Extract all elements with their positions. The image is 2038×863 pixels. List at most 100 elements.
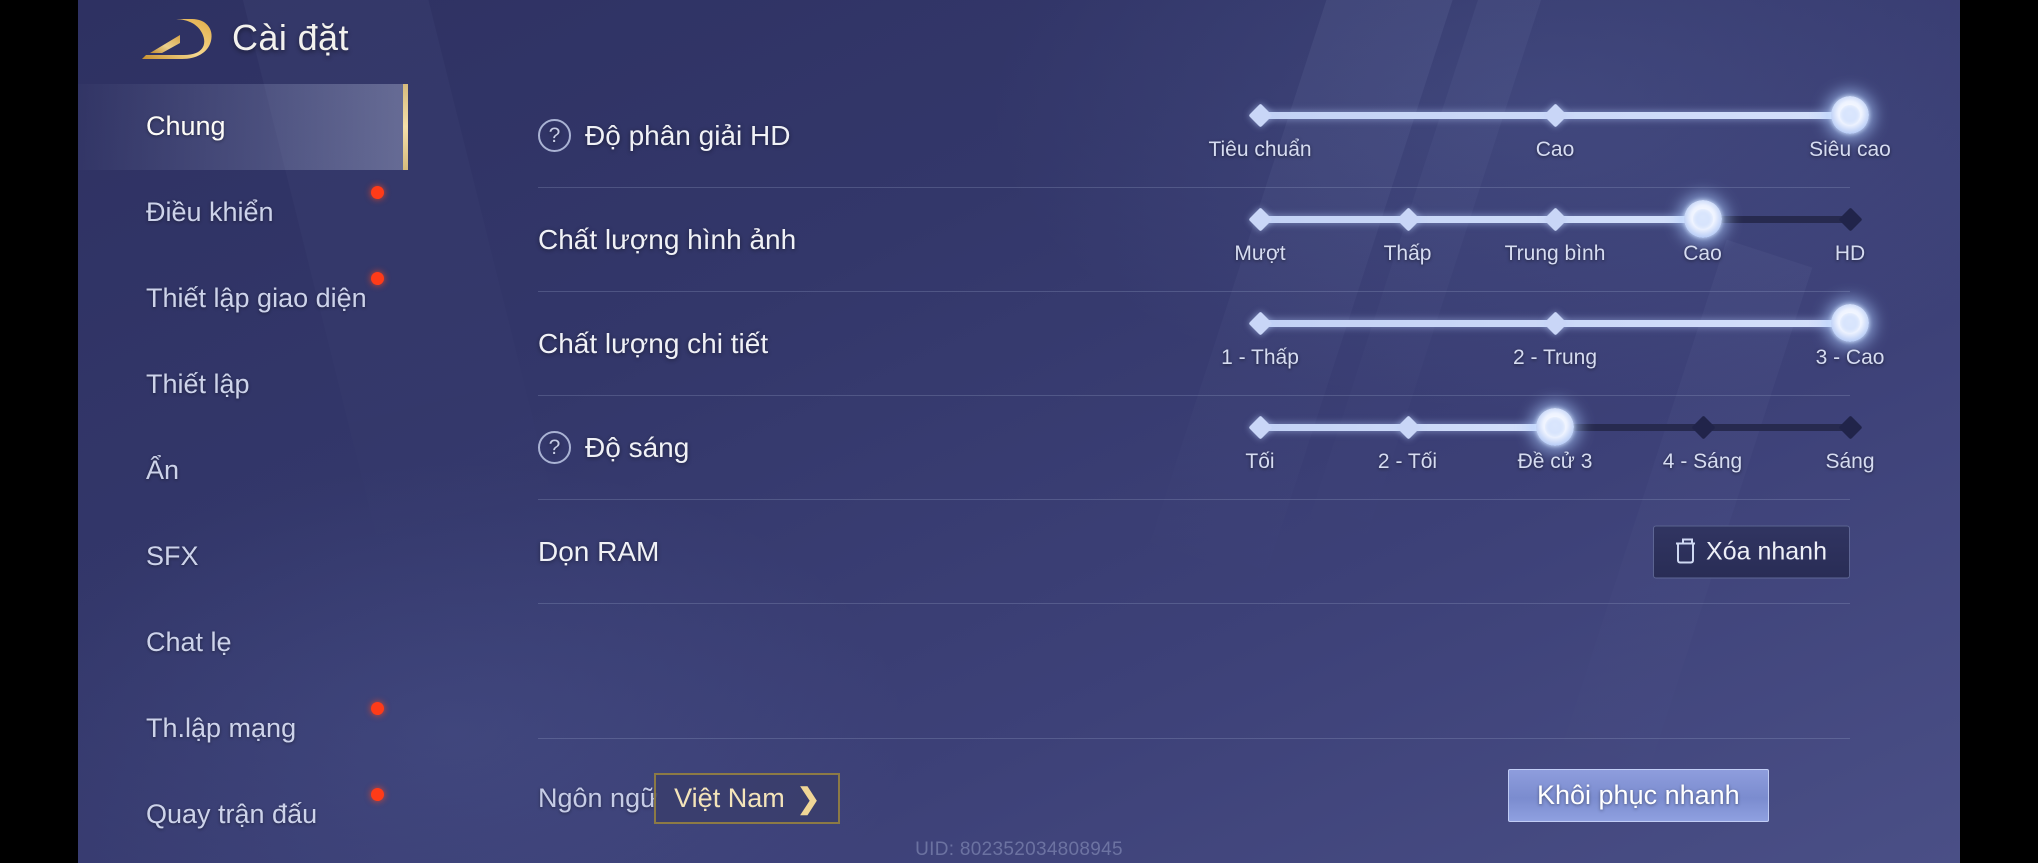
footer: Ngôn ngữ Việt Nam ❯ Khôi phục nhanh — [538, 738, 1850, 863]
setting-slider-1[interactable]: Mượt Thấp Trung bình Cao HD — [1234, 199, 1865, 278]
setting-row-4: Dọn RAM Xóa nhanh — [538, 500, 1850, 604]
setting-row-0: ? Độ phân giải HD Tiêu chuẩn Cao Siêu cao — [538, 84, 1891, 188]
sidebar-item-8[interactable]: Quay trận đấu — [78, 772, 408, 858]
sidebar-item-1[interactable]: Điều khiển — [78, 170, 408, 256]
sidebar-item-7[interactable]: Th.lập mạng — [78, 686, 408, 772]
slider-thumb[interactable] — [1831, 95, 1869, 134]
slider-option-label-2[interactable]: Trung bình — [1505, 242, 1606, 266]
slider-option-label-3[interactable]: 4 - Sáng — [1663, 450, 1742, 474]
sidebar-item-label: Th.lập mạng — [146, 713, 297, 744]
restore-defaults-button[interactable]: Khôi phục nhanh — [1508, 769, 1769, 822]
sidebar-item-3[interactable]: Thiết lập — [78, 342, 408, 428]
slider-option-label-1[interactable]: 2 - Trung — [1513, 346, 1597, 370]
notification-badge — [371, 272, 384, 285]
setting-slider-3[interactable]: Tối 2 - Tối Đề cử 3 4 - Sáng Sáng — [1245, 407, 1875, 486]
uid-text: UID: 802352034808945 — [915, 839, 1123, 860]
slider-scale-labels: Tiêu chuẩn Cao Siêu cao — [1208, 138, 1890, 172]
clear-ram-button[interactable]: Xóa nhanh — [1653, 525, 1850, 578]
sidebar-item-label: Điều khiển — [146, 197, 274, 228]
sidebar-item-2[interactable]: Thiết lập giao diện — [78, 256, 408, 342]
slider-tick-1[interactable] — [1395, 206, 1421, 232]
slider-option-label-1[interactable]: 2 - Tối — [1378, 450, 1437, 474]
page-title: Cài đặt — [232, 17, 349, 58]
question-mark-icon[interactable]: ? — [538, 431, 571, 464]
slider-option-label-1[interactable]: Thấp — [1384, 242, 1432, 266]
slider-tick-2[interactable] — [1543, 206, 1568, 232]
setting-label: Chất lượng hình ảnh — [538, 223, 797, 255]
slider-track[interactable] — [1248, 303, 1869, 342]
setting-slider-0[interactable]: Tiêu chuẩn Cao Siêu cao — [1208, 95, 1891, 174]
setting-label: Độ sáng — [585, 431, 690, 463]
language-value: Việt Nam — [674, 783, 785, 813]
trash-icon — [1676, 538, 1696, 564]
setting-label-group: ? Độ phân giải HD — [538, 119, 790, 152]
sidebar-item-label: Ẩn — [146, 455, 180, 486]
setting-label-group: Chất lượng hình ảnh — [538, 224, 796, 256]
setting-label-group: ? Độ sáng — [538, 431, 689, 464]
notification-badge — [371, 702, 384, 715]
slider-track-fill — [1260, 215, 1703, 223]
slider-tick-0[interactable] — [1248, 102, 1273, 128]
notification-badge — [371, 186, 384, 199]
slider-option-label-0[interactable]: 1 - Thấp — [1221, 346, 1299, 370]
sidebar-item-4[interactable]: Ẩn — [78, 428, 408, 514]
slider-scale-labels: 1 - Thấp 2 - Trung 3 - Cao — [1221, 346, 1884, 380]
clear-ram-button-label: Xóa nhanh — [1706, 537, 1827, 565]
setting-label: Dọn RAM — [538, 535, 660, 567]
language-select-button[interactable]: Việt Nam ❯ — [654, 773, 841, 824]
slider-tick-4[interactable] — [1838, 414, 1863, 440]
slider-option-label-0[interactable]: Mượt — [1234, 242, 1285, 266]
slider-option-label-2[interactable]: 3 - Cao — [1816, 346, 1885, 370]
setting-label: Chất lượng chi tiết — [538, 327, 769, 359]
slider-track[interactable] — [1248, 199, 1863, 238]
sidebar-item-5[interactable]: SFX — [78, 514, 408, 600]
sidebar-item-0[interactable]: Chung — [78, 84, 408, 170]
slider-tick-0[interactable] — [1248, 310, 1273, 336]
slider-tick-3[interactable] — [1690, 414, 1716, 440]
chevron-right-icon: ❯ — [796, 782, 821, 814]
slider-option-label-1[interactable]: Cao — [1536, 138, 1575, 162]
setting-row-1: Chất lượng hình ảnh Mượt Thấp Trung bình Cao… — [538, 188, 1865, 292]
slider-scale-labels: Mượt Thấp Trung bình Cao HD — [1234, 242, 1865, 276]
slider-tick-1[interactable] — [1395, 414, 1421, 440]
settings-rows: ? Độ phân giải HD Tiêu chuẩn Cao Siêu cao Chấ… — [538, 84, 1891, 604]
slider-tick-0[interactable] — [1248, 206, 1273, 232]
notification-badge — [371, 788, 384, 801]
sidebar-item-label: Chat lẹ — [146, 627, 232, 658]
slider-tick-0[interactable] — [1248, 414, 1273, 440]
sidebar-item-label: Quay trận đấu — [146, 799, 318, 830]
slider-track[interactable] — [1248, 407, 1863, 446]
language-label: Ngôn ngữ — [538, 783, 659, 813]
sidebar-item-6[interactable]: Chat lẹ — [78, 600, 408, 686]
sidebar-item-label: Chung — [146, 111, 226, 142]
slider-option-label-2[interactable]: Đề cử 3 — [1518, 450, 1593, 474]
sidebar-item-label: Thiết lập — [146, 369, 250, 400]
slider-option-label-0[interactable]: Tiêu chuẩn — [1208, 138, 1311, 162]
settings-panel: Cài đặt Chung Điều khiển Thiết lập giao di… — [78, 0, 1960, 863]
slider-option-label-4[interactable]: Sáng — [1825, 450, 1874, 474]
setting-label: Độ phân giải HD — [585, 119, 791, 151]
slider-option-label-0[interactable]: Tối — [1245, 450, 1274, 474]
slider-scale-labels: Tối 2 - Tối Đề cử 3 4 - Sáng Sáng — [1245, 450, 1874, 484]
slider-tick-1[interactable] — [1543, 310, 1568, 336]
slider-thumb[interactable] — [1536, 407, 1574, 446]
slider-thumb[interactable] — [1831, 303, 1869, 342]
sidebar-item-label: SFX — [146, 541, 199, 572]
slider-track[interactable] — [1248, 95, 1869, 134]
app-screen: Cài đặt Chung Điều khiển Thiết lập giao di… — [0, 0, 2038, 863]
slider-option-label-4[interactable]: HD — [1835, 242, 1865, 266]
setting-label-group: Chất lượng chi tiết — [538, 328, 768, 360]
question-mark-icon[interactable]: ? — [538, 119, 571, 152]
slider-thumb[interactable] — [1683, 199, 1722, 238]
gold-swoosh-logo — [142, 19, 212, 59]
setting-row-3: ? Độ sáng Tối 2 - Tối Đề cử 3 4 - Sáng Sáng — [538, 396, 1875, 500]
slider-option-label-3[interactable]: Cao — [1683, 242, 1722, 266]
sidebar-item-label: Thiết lập giao diện — [146, 283, 367, 314]
slider-tick-1[interactable] — [1543, 102, 1568, 128]
header: Cài đặt — [78, 0, 1960, 76]
setting-slider-2[interactable]: 1 - Thấp 2 - Trung 3 - Cao — [1221, 303, 1884, 382]
setting-row-2: Chất lượng chi tiết 1 - Thấp 2 - Trung 3 - … — [538, 292, 1884, 396]
setting-label-group: Dọn RAM — [538, 536, 659, 568]
slider-tick-4[interactable] — [1838, 206, 1863, 232]
slider-option-label-2[interactable]: Siêu cao — [1809, 138, 1891, 162]
